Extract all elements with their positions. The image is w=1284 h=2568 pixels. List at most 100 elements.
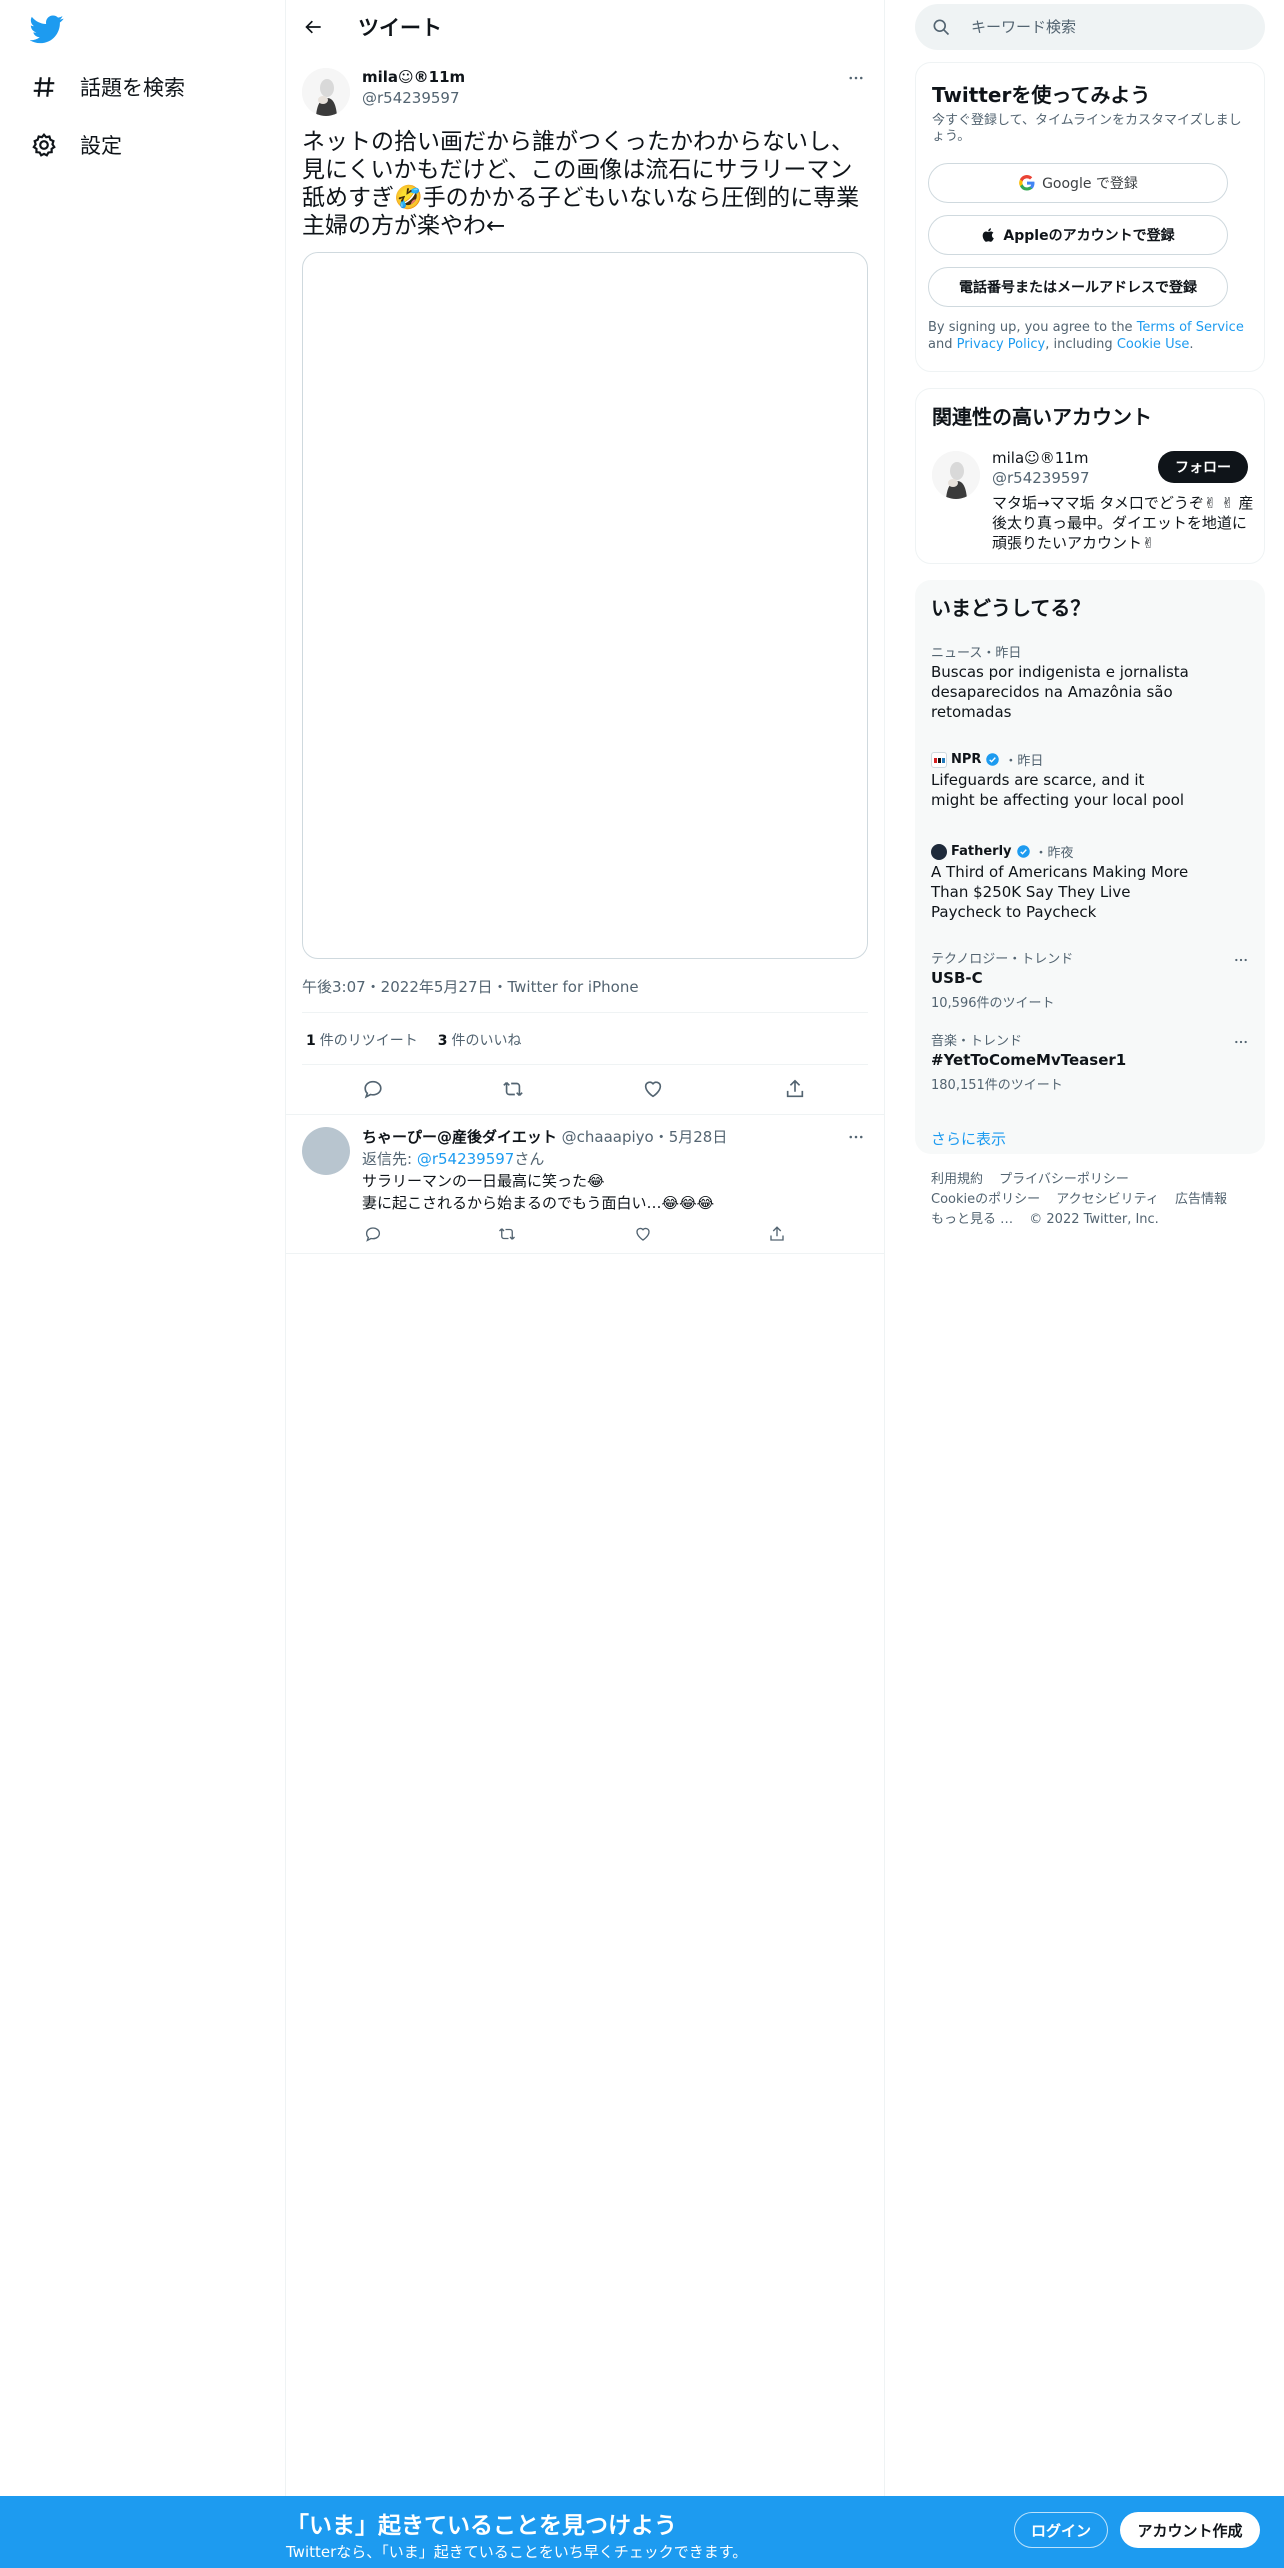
footer-links: 利用規約 プライバシーポリシー Cookieのポリシー アクセシビリティ 広告情… bbox=[931, 1170, 1261, 1230]
phone-email-signup-button[interactable]: 電話番号またはメールアドレスで登録 bbox=[928, 267, 1228, 307]
reply-to-link[interactable]: @r54239597 bbox=[417, 1150, 515, 1168]
search-bar bbox=[915, 4, 1265, 50]
bottom-bar-subtitle: Twitterなら、「いま」起きていることをいち早くチェックできます。 bbox=[286, 2543, 748, 2561]
trend-meta: NPR ・昨日 bbox=[931, 750, 1043, 769]
bottom-bar-title: 「いま」起きていることを見つけよう bbox=[286, 2513, 677, 2539]
reply-text-line: 妻に起こされるから始まるのでもう面白い…😂😂😂 bbox=[362, 1194, 715, 1212]
avatar[interactable] bbox=[302, 1127, 350, 1175]
retweet-icon[interactable] bbox=[500, 1076, 526, 1102]
reply-suffix: さん bbox=[514, 1150, 545, 1168]
search-input[interactable] bbox=[971, 4, 1251, 50]
gear-icon bbox=[30, 131, 58, 159]
trend-count: 180,151件のツイート bbox=[931, 1078, 1063, 1093]
reply-prefix: 返信先: bbox=[362, 1150, 417, 1168]
trend-meta: ニュース・昨日 bbox=[931, 646, 1022, 661]
apple-signup-button[interactable]: Appleのアカウントで登録 bbox=[928, 215, 1228, 255]
more-icon[interactable] bbox=[844, 66, 868, 90]
more-icon[interactable] bbox=[1231, 1032, 1251, 1052]
trend-meta: 音楽・トレンド bbox=[931, 1034, 1023, 1049]
google-icon bbox=[1018, 174, 1036, 192]
like-stat[interactable]: 3 件のいいね bbox=[438, 1030, 522, 1050]
retweet-icon[interactable] bbox=[496, 1223, 518, 1245]
cookie-link[interactable]: Cookie Use bbox=[1117, 337, 1190, 352]
trend-time: ・昨夜 bbox=[1034, 846, 1074, 861]
share-icon[interactable] bbox=[766, 1223, 788, 1245]
tweet-meta[interactable]: 午後3:07・2022年5月27日・Twitter for iPhone bbox=[302, 976, 639, 997]
footer-link[interactable]: 広告情報 bbox=[1175, 1192, 1227, 1207]
follow-button[interactable]: フォロー bbox=[1158, 451, 1248, 483]
like-icon[interactable] bbox=[640, 1076, 666, 1102]
trend-meta: Fatherly ・昨夜 bbox=[931, 842, 1074, 861]
reply-author-name[interactable]: ちゃーぴー@産後ダイエット bbox=[362, 1128, 557, 1146]
author-name[interactable]: mila☺︎®11m bbox=[362, 68, 465, 86]
footer-link[interactable]: もっと見る … bbox=[931, 1212, 1013, 1227]
nav-explore[interactable]: 話題を検索 bbox=[30, 69, 185, 105]
related-account-name[interactable]: mila☺︎®11m bbox=[992, 449, 1088, 467]
trend-title[interactable]: Buscas por indigenista e jornalista desa… bbox=[931, 662, 1191, 722]
related-title: 関連性の高いアカウント bbox=[932, 405, 1152, 429]
signup-button[interactable]: アカウント作成 bbox=[1120, 2512, 1260, 2548]
footer-link[interactable]: プライバシーポリシー bbox=[999, 1172, 1129, 1187]
avatar[interactable] bbox=[302, 68, 350, 116]
show-more-link[interactable]: さらに表示 bbox=[931, 1128, 1006, 1149]
footer-link[interactable]: 利用規約 bbox=[931, 1172, 983, 1187]
like-icon[interactable] bbox=[632, 1223, 654, 1245]
like-label: 件のいいね bbox=[451, 1033, 522, 1049]
terms-text: By signing up, you agree to the bbox=[928, 320, 1137, 335]
login-button[interactable]: ログイン bbox=[1014, 2512, 1108, 2548]
tweet-author: mila☺︎®11m @r54239597 bbox=[302, 64, 868, 116]
trend-title[interactable]: A Third of Americans Making More Than $2… bbox=[931, 862, 1191, 922]
reply-tweet[interactable]: ちゃーぴー@産後ダイエット @chaaapiyo・5月28日 返信先: @r54… bbox=[286, 1114, 884, 1254]
share-icon[interactable] bbox=[782, 1076, 808, 1102]
trends-title: いまどうしてる？ bbox=[931, 596, 1091, 620]
signup-title: Twitterを使ってみよう bbox=[932, 83, 1151, 107]
more-icon[interactable] bbox=[844, 1125, 868, 1149]
retweet-stat[interactable]: 1 件のリツイート bbox=[306, 1030, 418, 1050]
tweet-actions bbox=[302, 1072, 868, 1106]
trend-time: ・昨日 bbox=[1004, 754, 1044, 769]
footer-link[interactable]: Cookieのポリシー bbox=[931, 1192, 1040, 1207]
trend-title[interactable]: Lifeguards are scarce, and it might be a… bbox=[931, 770, 1191, 810]
phone-email-signup-label: 電話番号またはメールアドレスで登録 bbox=[959, 280, 1197, 296]
google-signup-label: Google で登録 bbox=[1042, 176, 1138, 192]
divider bbox=[302, 1012, 868, 1013]
retweet-label: 件のリツイート bbox=[319, 1033, 418, 1049]
npr-logo-icon bbox=[931, 751, 947, 768]
terms-link[interactable]: Terms of Service bbox=[1137, 320, 1244, 335]
verified-icon bbox=[985, 752, 1000, 767]
related-account-bio: マタ垢→ママ垢 タメ口でどうぞ✌︎ ✌︎ 産後太り真っ最中。ダイエットを地道に頑… bbox=[992, 494, 1254, 552]
trend-title[interactable]: USB-C bbox=[931, 968, 1191, 988]
google-signup-button[interactable]: Google で登録 bbox=[928, 163, 1228, 203]
trend-count: 10,596件のツイート bbox=[931, 996, 1055, 1011]
divider bbox=[302, 1064, 868, 1065]
signup-card: Twitterを使ってみよう 今すぐ登録して、タイムラインをカスタマイズしましょ… bbox=[915, 62, 1265, 372]
footer-link[interactable]: アクセシビリティ bbox=[1056, 1192, 1159, 1207]
trend-title[interactable]: #YetToComeMvTeaser1 bbox=[931, 1050, 1191, 1070]
trends-card: いまどうしてる？ ニュース・昨日 Buscas por indigenista … bbox=[915, 580, 1265, 1154]
related-accounts-card: 関連性の高いアカウント mila☺︎®11m @r54239597 フォロー マ… bbox=[915, 388, 1265, 564]
reply-header: ちゃーぴー@産後ダイエット @chaaapiyo・5月28日 bbox=[362, 1126, 727, 1147]
reply-icon[interactable] bbox=[360, 1076, 386, 1102]
twitter-bird-icon[interactable] bbox=[29, 12, 66, 48]
replying-to: 返信先: @r54239597さん bbox=[362, 1148, 544, 1169]
tweet-text: ネットの拾い画だから誰がつくったかわからないし、見にくいかもだけど、この画像は流… bbox=[302, 129, 860, 239]
main-column: ツイート mila☺︎®11m @r54239597 ネットの拾い画だから誰がつ… bbox=[286, 0, 885, 2496]
tweet-media[interactable] bbox=[302, 252, 868, 959]
privacy-link[interactable]: Privacy Policy bbox=[957, 337, 1046, 352]
nav-explore-label: 話題を検索 bbox=[80, 76, 185, 100]
signup-terms: By signing up, you agree to the Terms of… bbox=[928, 319, 1254, 353]
reply-actions bbox=[362, 1223, 784, 1247]
nav-settings[interactable]: 設定 bbox=[30, 127, 122, 163]
signup-subtitle: 今すぐ登録して、タイムラインをカスタマイズしましょう。 bbox=[932, 113, 1242, 144]
like-count: 3 bbox=[437, 1033, 448, 1049]
related-account-handle[interactable]: @r54239597 bbox=[992, 469, 1090, 487]
nav-settings-label: 設定 bbox=[80, 134, 122, 158]
more-icon[interactable] bbox=[1231, 950, 1251, 970]
avatar[interactable] bbox=[932, 451, 980, 499]
apple-icon bbox=[981, 227, 997, 243]
back-arrow-icon[interactable] bbox=[296, 9, 332, 45]
reply-handle-date[interactable]: @chaaapiyo・5月28日 bbox=[562, 1128, 728, 1146]
reply-icon[interactable] bbox=[362, 1223, 384, 1245]
author-handle[interactable]: @r54239597 bbox=[362, 89, 460, 107]
bottom-signup-bar: 「いま」起きていることを見つけよう Twitterなら、「いま」起きていることを… bbox=[0, 2496, 1284, 2568]
